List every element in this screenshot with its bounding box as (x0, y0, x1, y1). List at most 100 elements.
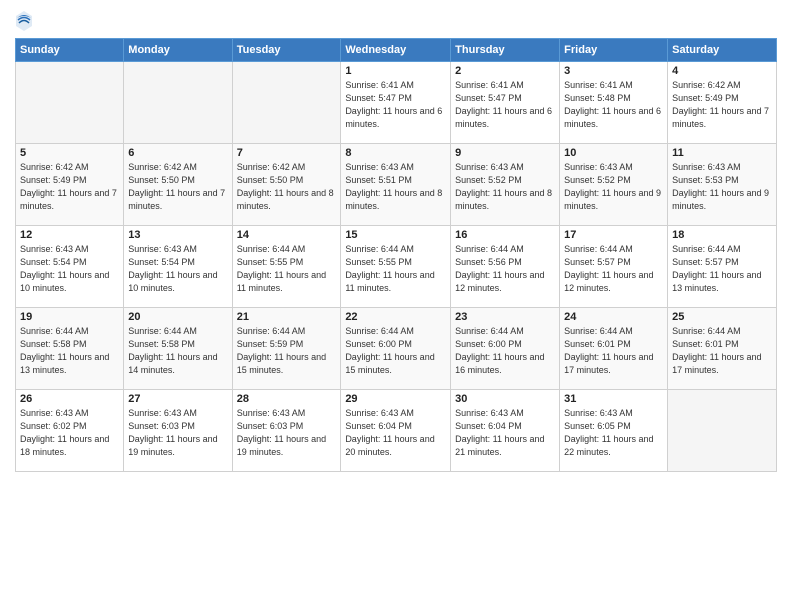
day-info: Sunrise: 6:42 AM Sunset: 5:49 PM Dayligh… (672, 79, 772, 131)
calendar-cell: 26Sunrise: 6:43 AM Sunset: 6:02 PM Dayli… (16, 390, 124, 472)
calendar-cell: 20 Sunrise: 6:44 AM Sunset: 5:58 PM Dayli… (124, 308, 232, 390)
day-number: 6 (128, 147, 227, 159)
day-number: 9 (455, 147, 555, 159)
weekday-header-row: SundayMondayTuesdayWednesdayThursdayFrid… (16, 39, 777, 62)
calendar-cell: 25 Sunrise: 6:44 AM Sunset: 6:01 PM Dayli… (668, 308, 777, 390)
day-info: Sunrise: 6:44 AM Sunset: 6:00 PM Dayligh… (345, 325, 446, 377)
weekday-header-saturday: Saturday (668, 39, 777, 62)
calendar-cell: 30 Sunrise: 6:43 AM Sunset: 6:04 PM Dayli… (451, 390, 560, 472)
day-number: 20 (128, 311, 227, 323)
day-info: Sunrise: 6:42 AM Sunset: 5:49 PM Dayligh… (20, 161, 119, 213)
day-number: 30 (455, 393, 555, 405)
calendar-cell: 1Sunrise: 6:41 AM Sunset: 5:47 PM Daylig… (341, 62, 451, 144)
calendar-week-3: 12 Sunrise: 6:43 AM Sunset: 5:54 PM Dayli… (16, 226, 777, 308)
calendar-week-2: 5 Sunrise: 6:42 AM Sunset: 5:49 PM Daylig… (16, 144, 777, 226)
day-info: Sunrise: 6:41 AM Sunset: 5:47 PM Dayligh… (345, 79, 446, 131)
calendar-cell (668, 390, 777, 472)
day-info: Sunrise: 6:42 AM Sunset: 5:50 PM Dayligh… (128, 161, 227, 213)
day-number: 22 (345, 311, 446, 323)
day-number: 17 (564, 229, 663, 241)
day-number: 5 (20, 147, 119, 159)
day-info: Sunrise: 6:43 AM Sunset: 6:03 PM Dayligh… (128, 407, 227, 459)
day-info: Sunrise: 6:43 AM Sunset: 5:52 PM Dayligh… (564, 161, 663, 213)
calendar-cell: 10 Sunrise: 6:43 AM Sunset: 5:52 PM Dayli… (560, 144, 668, 226)
day-info: Sunrise: 6:43 AM Sunset: 5:54 PM Dayligh… (128, 243, 227, 295)
day-info: Sunrise: 6:43 AM Sunset: 6:04 PM Dayligh… (455, 407, 555, 459)
calendar-cell: 31Sunrise: 6:43 AM Sunset: 6:05 PM Dayli… (560, 390, 668, 472)
weekday-header-thursday: Thursday (451, 39, 560, 62)
day-number: 21 (237, 311, 337, 323)
day-info: Sunrise: 6:44 AM Sunset: 6:01 PM Dayligh… (672, 325, 772, 377)
day-number: 24 (564, 311, 663, 323)
weekday-header-tuesday: Tuesday (232, 39, 341, 62)
day-info: Sunrise: 6:41 AM Sunset: 5:47 PM Dayligh… (455, 79, 555, 131)
logo (15, 10, 36, 32)
day-info: Sunrise: 6:44 AM Sunset: 5:59 PM Dayligh… (237, 325, 337, 377)
calendar-cell: 5 Sunrise: 6:42 AM Sunset: 5:49 PM Daylig… (16, 144, 124, 226)
day-number: 12 (20, 229, 119, 241)
day-info: Sunrise: 6:43 AM Sunset: 5:54 PM Dayligh… (20, 243, 119, 295)
calendar-cell (232, 62, 341, 144)
day-info: Sunrise: 6:43 AM Sunset: 6:03 PM Dayligh… (237, 407, 337, 459)
calendar-cell: 16 Sunrise: 6:44 AM Sunset: 5:56 PM Dayli… (451, 226, 560, 308)
day-number: 27 (128, 393, 227, 405)
calendar-cell: 23Sunrise: 6:44 AM Sunset: 6:00 PM Dayli… (451, 308, 560, 390)
calendar-cell: 12 Sunrise: 6:43 AM Sunset: 5:54 PM Dayli… (16, 226, 124, 308)
calendar-week-1: 1Sunrise: 6:41 AM Sunset: 5:47 PM Daylig… (16, 62, 777, 144)
calendar-cell: 13Sunrise: 6:43 AM Sunset: 5:54 PM Dayli… (124, 226, 232, 308)
day-info: Sunrise: 6:43 AM Sunset: 5:53 PM Dayligh… (672, 161, 772, 213)
calendar-cell: 2 Sunrise: 6:41 AM Sunset: 5:47 PM Daylig… (451, 62, 560, 144)
calendar-cell: 11 Sunrise: 6:43 AM Sunset: 5:53 PM Dayli… (668, 144, 777, 226)
day-number: 26 (20, 393, 119, 405)
weekday-header-wednesday: Wednesday (341, 39, 451, 62)
calendar-cell: 29 Sunrise: 6:43 AM Sunset: 6:04 PM Dayli… (341, 390, 451, 472)
calendar-cell: 7 Sunrise: 6:42 AM Sunset: 5:50 PM Daylig… (232, 144, 341, 226)
calendar-cell: 14Sunrise: 6:44 AM Sunset: 5:55 PM Dayli… (232, 226, 341, 308)
day-number: 7 (237, 147, 337, 159)
calendar-cell: 24 Sunrise: 6:44 AM Sunset: 6:01 PM Dayli… (560, 308, 668, 390)
day-info: Sunrise: 6:44 AM Sunset: 5:57 PM Dayligh… (564, 243, 663, 295)
weekday-header-friday: Friday (560, 39, 668, 62)
day-info: Sunrise: 6:44 AM Sunset: 6:00 PM Dayligh… (455, 325, 555, 377)
weekday-header-sunday: Sunday (16, 39, 124, 62)
page-header (15, 10, 777, 32)
calendar-table: SundayMondayTuesdayWednesdayThursdayFrid… (15, 38, 777, 472)
day-info: Sunrise: 6:43 AM Sunset: 6:04 PM Dayligh… (345, 407, 446, 459)
calendar-cell: 18Sunrise: 6:44 AM Sunset: 5:57 PM Dayli… (668, 226, 777, 308)
calendar-cell (16, 62, 124, 144)
calendar-cell: 15 Sunrise: 6:44 AM Sunset: 5:55 PM Dayli… (341, 226, 451, 308)
calendar-cell: 8Sunrise: 6:43 AM Sunset: 5:51 PM Daylig… (341, 144, 451, 226)
day-number: 28 (237, 393, 337, 405)
calendar-cell (124, 62, 232, 144)
day-info: Sunrise: 6:41 AM Sunset: 5:48 PM Dayligh… (564, 79, 663, 131)
day-number: 4 (672, 65, 772, 77)
calendar-week-5: 26Sunrise: 6:43 AM Sunset: 6:02 PM Dayli… (16, 390, 777, 472)
day-number: 3 (564, 65, 663, 77)
day-info: Sunrise: 6:44 AM Sunset: 5:56 PM Dayligh… (455, 243, 555, 295)
weekday-header-monday: Monday (124, 39, 232, 62)
day-info: Sunrise: 6:43 AM Sunset: 5:52 PM Dayligh… (455, 161, 555, 213)
day-number: 2 (455, 65, 555, 77)
day-info: Sunrise: 6:42 AM Sunset: 5:50 PM Dayligh… (237, 161, 337, 213)
day-info: Sunrise: 6:44 AM Sunset: 5:58 PM Dayligh… (128, 325, 227, 377)
day-number: 10 (564, 147, 663, 159)
calendar-page: SundayMondayTuesdayWednesdayThursdayFrid… (0, 0, 792, 612)
calendar-cell: 19Sunrise: 6:44 AM Sunset: 5:58 PM Dayli… (16, 308, 124, 390)
calendar-cell: 17 Sunrise: 6:44 AM Sunset: 5:57 PM Dayli… (560, 226, 668, 308)
calendar-cell: 9 Sunrise: 6:43 AM Sunset: 5:52 PM Daylig… (451, 144, 560, 226)
day-info: Sunrise: 6:43 AM Sunset: 6:05 PM Dayligh… (564, 407, 663, 459)
day-info: Sunrise: 6:44 AM Sunset: 6:01 PM Dayligh… (564, 325, 663, 377)
day-info: Sunrise: 6:44 AM Sunset: 5:55 PM Dayligh… (237, 243, 337, 295)
day-number: 29 (345, 393, 446, 405)
day-number: 25 (672, 311, 772, 323)
day-info: Sunrise: 6:44 AM Sunset: 5:55 PM Dayligh… (345, 243, 446, 295)
day-number: 11 (672, 147, 772, 159)
calendar-cell: 28 Sunrise: 6:43 AM Sunset: 6:03 PM Dayli… (232, 390, 341, 472)
day-number: 16 (455, 229, 555, 241)
day-number: 18 (672, 229, 772, 241)
day-number: 19 (20, 311, 119, 323)
calendar-cell: 21 Sunrise: 6:44 AM Sunset: 5:59 PM Dayli… (232, 308, 341, 390)
calendar-week-4: 19 Sunrise: 6:44 AM Sunset: 5:58 PM Dayli… (16, 308, 777, 390)
day-number: 15 (345, 229, 446, 241)
calendar-cell: 22 Sunrise: 6:44 AM Sunset: 6:00 PM Dayli… (341, 308, 451, 390)
